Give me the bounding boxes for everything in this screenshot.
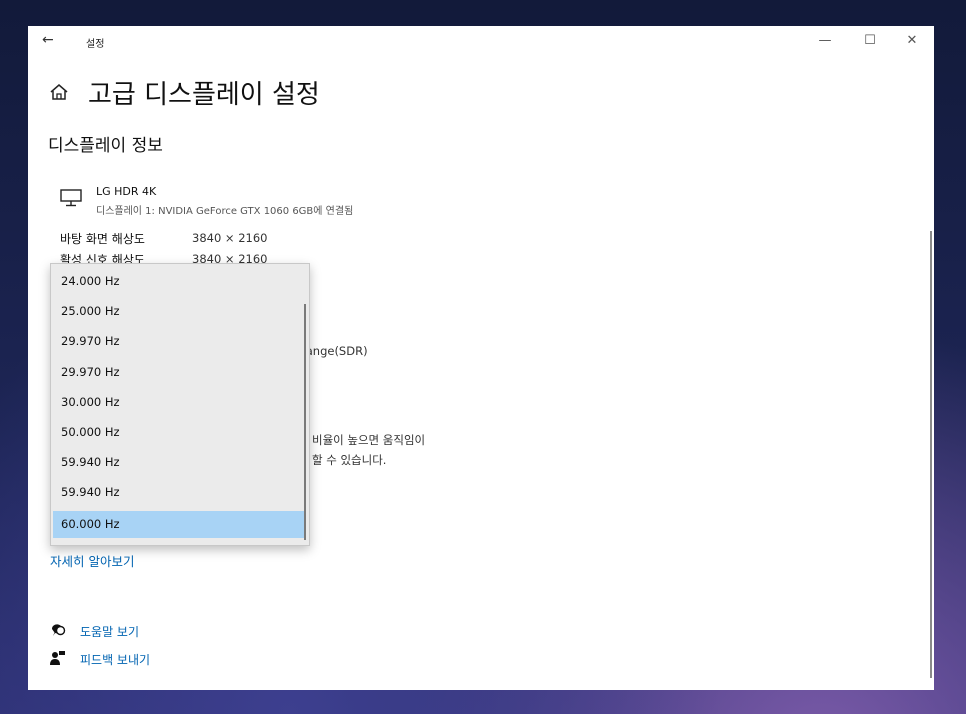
refresh-rate-option[interactable]: 50.000 Hz	[53, 419, 305, 446]
settings-window: ← 설정 — ☐ ✕ 고급 디스플레이 설정 디스플레이 정보 LG HDR 4…	[28, 26, 934, 690]
monitor-icon	[60, 189, 82, 207]
desktop-resolution-label: 바탕 화면 해상도	[60, 232, 145, 246]
get-help-label: 도움말 보기	[80, 625, 140, 639]
refresh-rate-dropdown-list[interactable]: 24.000 Hz 25.000 Hz 29.970 Hz 29.970 Hz …	[50, 263, 310, 546]
refresh-rate-option-selected[interactable]: 60.000 Hz	[53, 511, 305, 538]
refresh-description-line2: 할 수 있습니다.	[312, 453, 387, 467]
feedback-icon	[50, 651, 65, 665]
refresh-rate-option[interactable]: 24.000 Hz	[53, 268, 305, 295]
section-title: 디스플레이 정보	[48, 136, 163, 156]
monitor-connection: 디스플레이 1: NVIDIA GeForce GTX 1060 6GB에 연결…	[96, 206, 354, 217]
refresh-rate-option[interactable]: 59.940 Hz	[53, 449, 305, 476]
refresh-rate-option[interactable]: 30.000 Hz	[53, 389, 305, 416]
help-icon	[51, 624, 66, 636]
feedback-label: 피드백 보내기	[80, 653, 151, 667]
monitor-name: LG HDR 4K	[96, 185, 157, 198]
refresh-rate-option[interactable]: 29.970 Hz	[53, 328, 305, 355]
refresh-description-line1: 비율이 높으면 움직임이	[312, 433, 426, 447]
back-button[interactable]: ←	[42, 32, 54, 48]
refresh-rate-option[interactable]: 59.940 Hz	[53, 479, 305, 506]
page-title: 고급 디스플레이 설정	[88, 80, 320, 110]
refresh-rate-option[interactable]: 25.000 Hz	[53, 298, 305, 325]
dropdown-scrollbar[interactable]	[304, 304, 306, 540]
refresh-rate-option[interactable]: 29.970 Hz	[53, 359, 305, 386]
desktop-resolution-value: 3840 × 2160	[192, 231, 268, 245]
learn-more-link[interactable]: 자세히 알아보기	[50, 551, 134, 570]
app-title: 설정	[86, 39, 105, 50]
minimize-button[interactable]: —	[811, 31, 839, 51]
maximize-button[interactable]: ☐	[856, 31, 884, 51]
title-bar: ← 설정 — ☐ ✕	[28, 26, 934, 56]
close-button[interactable]: ✕	[898, 31, 926, 51]
home-icon	[50, 84, 68, 100]
page-scrollbar[interactable]	[930, 231, 932, 678]
